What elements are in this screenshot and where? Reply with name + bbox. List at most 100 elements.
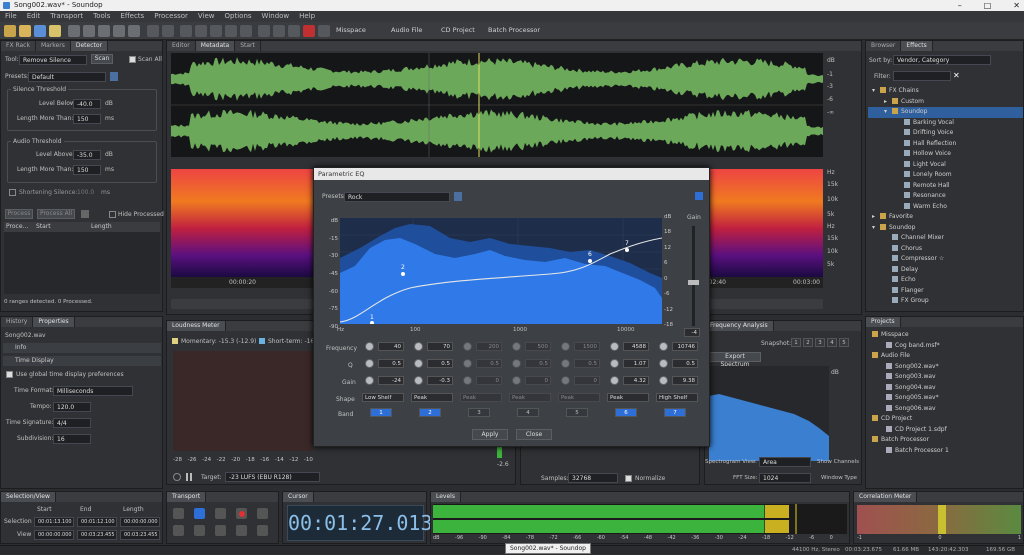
process-button[interactable]: Process xyxy=(5,209,33,219)
band-point-6[interactable]: 6 xyxy=(588,251,592,258)
presets-select[interactable]: Default xyxy=(28,72,106,82)
effects-tree-item[interactable]: Remote Hall xyxy=(868,181,1023,192)
band-2-frequency-knob[interactable] xyxy=(414,342,423,351)
selection-length[interactable]: 00:00:00.000 xyxy=(120,517,160,527)
band-6-gain-knob[interactable] xyxy=(610,376,619,385)
projects-tree-item[interactable]: Song004.wav xyxy=(868,383,1023,394)
band-point-2[interactable]: 2 xyxy=(401,264,405,271)
band-6-q[interactable]: 1.07 xyxy=(623,359,649,368)
view-start[interactable]: 00:00:00.000 xyxy=(34,530,74,540)
menu-edit[interactable]: Edit xyxy=(27,11,41,22)
band-5-frequency-knob[interactable] xyxy=(561,342,570,351)
use-global-checkbox[interactable] xyxy=(6,371,13,378)
target-select[interactable]: -23 LUFS (EBU R128) xyxy=(225,472,320,482)
band-2-gain[interactable]: -0.3 xyxy=(427,376,453,385)
eq-curve-graph[interactable]: 1 2 6 7 xyxy=(340,218,662,324)
band-4-toggle[interactable]: 4 xyxy=(517,408,539,417)
cut-icon[interactable] xyxy=(68,25,80,37)
menu-file[interactable]: File xyxy=(5,11,17,22)
tab-start[interactable]: Start xyxy=(235,41,261,51)
paste-mix-icon[interactable] xyxy=(113,25,125,37)
eq-save-preset-icon[interactable] xyxy=(454,192,462,201)
band-2-frequency[interactable]: 70 xyxy=(427,342,453,351)
col-length[interactable]: Length xyxy=(91,222,112,232)
band-5-frequency[interactable]: 1500 xyxy=(574,342,600,351)
projects-tree-item[interactable]: Song003.wav xyxy=(868,372,1023,383)
projects-tree-item[interactable]: Batch Processor 1 xyxy=(868,446,1023,457)
tempo-input[interactable]: 120.0 xyxy=(53,402,91,412)
eq-gain-value[interactable]: -4 xyxy=(684,328,700,337)
menu-transport[interactable]: Transport xyxy=(50,11,83,22)
expand-arrow-icon[interactable]: ▾ xyxy=(872,86,880,97)
play-button[interactable] xyxy=(194,508,205,519)
tab-levels[interactable]: Levels xyxy=(431,492,461,502)
cd-project-button[interactable]: CD Project xyxy=(441,26,475,34)
level-below-input[interactable]: -40.0 xyxy=(73,99,101,109)
band-5-shape[interactable]: Peak xyxy=(558,393,600,402)
projects-tree-item[interactable]: Song005.wav* xyxy=(868,393,1023,404)
expand-arrow-icon[interactable]: ▸ xyxy=(872,212,880,223)
effects-tree-item[interactable]: Drifting Voice xyxy=(868,128,1023,139)
time-select-icon[interactable] xyxy=(273,25,285,37)
band-4-frequency-knob[interactable] xyxy=(512,342,521,351)
open-project-icon[interactable] xyxy=(49,25,61,37)
zoom-in-icon[interactable] xyxy=(180,25,192,37)
undo-icon[interactable] xyxy=(147,25,159,37)
band-2-shape[interactable]: Peak xyxy=(411,393,453,402)
tab-browser[interactable]: Browser xyxy=(866,41,902,51)
snapshot-1[interactable]: 1 xyxy=(791,338,801,347)
menu-processor[interactable]: Processor xyxy=(154,11,188,22)
close-dialog-button[interactable]: Close xyxy=(516,429,552,440)
band-6-gain[interactable]: 4.32 xyxy=(623,376,649,385)
effects-tree-item[interactable]: ▸ Custom xyxy=(868,97,1023,108)
save-preset-icon[interactable] xyxy=(110,72,118,81)
fft-select[interactable]: 1024 xyxy=(759,473,811,483)
rewind-button[interactable] xyxy=(194,525,205,536)
menu-options[interactable]: Options xyxy=(225,11,252,22)
band-7-shape[interactable]: High Shelf xyxy=(656,393,698,402)
pause-icon[interactable] xyxy=(186,473,192,481)
effects-tree-item[interactable]: Light Vocal xyxy=(868,160,1023,171)
menu-tools[interactable]: Tools xyxy=(93,11,110,22)
scan-button[interactable]: Scan xyxy=(91,54,113,64)
band-4-q[interactable]: 0.5 xyxy=(525,359,551,368)
band-6-shape[interactable]: Peak xyxy=(607,393,649,402)
band-4-gain-knob[interactable] xyxy=(512,376,521,385)
clear-filter-icon[interactable]: ✕ xyxy=(953,71,960,80)
band-3-shape[interactable]: Peak xyxy=(460,393,502,402)
band-2-gain-knob[interactable] xyxy=(414,376,423,385)
band-5-gain[interactable]: 0 xyxy=(574,376,600,385)
audio-length-input[interactable]: 150 xyxy=(73,165,101,175)
effects-tree-item[interactable]: Hollow Voice xyxy=(868,149,1023,160)
samples-select[interactable]: 32768 xyxy=(568,473,618,483)
zoom-full-icon[interactable] xyxy=(240,25,252,37)
expand-arrow-icon[interactable]: ▾ xyxy=(872,223,880,234)
delete-icon[interactable] xyxy=(81,210,89,218)
eq-gain-slider-track[interactable] xyxy=(692,226,695,326)
band-5-q[interactable]: 0.5 xyxy=(574,359,600,368)
zoom-fit-icon[interactable] xyxy=(210,25,222,37)
tab-fx-rack[interactable]: FX Rack xyxy=(1,41,36,51)
band-2-q-knob[interactable] xyxy=(414,359,423,368)
favorite-star-icon[interactable]: ☆ xyxy=(939,255,944,262)
band-6-toggle[interactable]: 6 xyxy=(615,408,637,417)
eq-presets-select[interactable]: Rock xyxy=(344,192,450,202)
paste-icon[interactable] xyxy=(98,25,110,37)
projects-tree-item[interactable]: CD Project 1.sdpf xyxy=(868,425,1023,436)
go-to-start-button[interactable] xyxy=(173,525,184,536)
effects-tree-item[interactable]: Echo xyxy=(868,275,1023,286)
time-signature-select[interactable]: 4/4 xyxy=(53,418,91,428)
band-1-q-knob[interactable] xyxy=(365,359,374,368)
apply-button[interactable]: Apply xyxy=(472,429,508,440)
tab-properties[interactable]: Properties xyxy=(33,317,75,327)
zoom-selection-icon[interactable] xyxy=(225,25,237,37)
selection-end[interactable]: 00:01:12.100 xyxy=(77,517,117,527)
snapshot-2[interactable]: 2 xyxy=(803,338,813,347)
snapshot-4[interactable]: 4 xyxy=(827,338,837,347)
band-5-toggle[interactable]: 5 xyxy=(566,408,588,417)
view-end[interactable]: 00:03:23.455 xyxy=(77,530,117,540)
effects-tree-item[interactable]: Compressor ☆ xyxy=(868,254,1023,265)
tab-cursor[interactable]: Cursor xyxy=(283,492,314,502)
effects-tree-item[interactable]: Warm Echo xyxy=(868,202,1023,213)
band-1-toggle[interactable]: 1 xyxy=(370,408,392,417)
